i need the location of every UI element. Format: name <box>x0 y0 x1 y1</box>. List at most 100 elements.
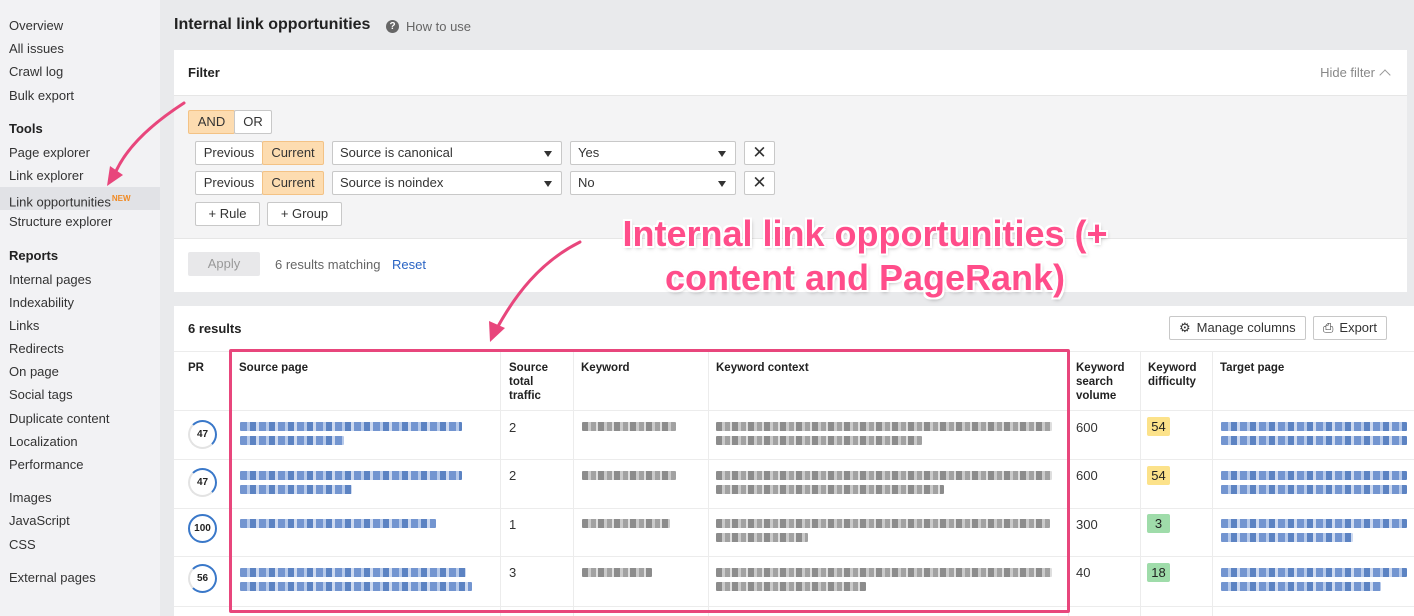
how-to-use-link[interactable]: ? How to use <box>386 19 471 34</box>
sidebar-item-indexability[interactable]: Indexability <box>0 291 160 314</box>
sidebar-item-on-page[interactable]: On page <box>0 360 160 383</box>
sidebar-item-social-tags[interactable]: Social tags <box>0 383 160 406</box>
difficulty-badge: 54 <box>1147 466 1170 485</box>
add-rule-button[interactable]: + Rule <box>195 202 260 226</box>
column-header-target-page[interactable]: Target page <box>1220 361 1284 375</box>
header-line: Keyword <box>1076 362 1125 374</box>
sidebar-item-links[interactable]: Links <box>0 314 160 337</box>
manage-columns-button[interactable]: ⚙ Manage columns <box>1169 316 1306 340</box>
plus-icon: + <box>280 206 289 221</box>
add-rule-label: Rule <box>219 206 247 221</box>
column-divider <box>1212 352 1213 616</box>
sidebar-item-performance[interactable]: Performance <box>0 453 160 476</box>
sidebar-item-images[interactable]: Images <box>0 486 160 509</box>
search-volume-value: 40 <box>1076 565 1091 580</box>
rule-1-current-toggle[interactable]: Current <box>262 141 324 165</box>
target-page-link-line[interactable] <box>1221 485 1407 494</box>
caret-down-icon <box>718 151 726 157</box>
filter-header: Filter Hide filter <box>174 50 1407 96</box>
sidebar-item-internal-pages[interactable]: Internal pages <box>0 268 160 291</box>
new-badge: NEW <box>111 194 131 204</box>
add-group-label: Group <box>292 206 329 221</box>
target-page-link-line[interactable] <box>1221 582 1381 591</box>
target-page-link[interactable] <box>1221 471 1407 480</box>
export-button[interactable]: ⎙ Export <box>1313 316 1387 340</box>
manage-columns-label: Manage columns <box>1196 320 1296 335</box>
column-header-search-volume[interactable]: Keyword search volume <box>1076 361 1125 403</box>
rule-1-field-select[interactable]: Source is canonical <box>332 141 562 165</box>
rule-1-value-select[interactable]: Yes <box>570 141 736 165</box>
annotation-line-1: Internal link opportunities (+ <box>622 213 1108 254</box>
pagerank-badge: 47 <box>188 468 217 497</box>
annotation-text: Internal link opportunities (+ content an… <box>585 212 1145 300</box>
close-icon: ✕ <box>752 173 767 192</box>
pagerank-badge: 56 <box>188 564 217 593</box>
caret-down-icon <box>544 181 552 187</box>
question-circle-icon: ? <box>386 20 399 33</box>
caret-down-icon <box>544 151 552 157</box>
filter-title: Filter <box>188 65 220 80</box>
apply-button[interactable]: Apply <box>188 252 260 276</box>
search-volume-value: 300 <box>1076 517 1098 532</box>
column-header-keyword-difficulty[interactable]: Keyword difficulty <box>1148 361 1197 389</box>
search-volume-value: 600 <box>1076 468 1098 483</box>
results-matching-count: 6 results matching <box>275 257 381 272</box>
reset-link[interactable]: Reset <box>392 257 426 272</box>
how-to-use-label: How to use <box>406 19 472 34</box>
page-title: Internal link opportunities <box>174 16 371 33</box>
column-divider <box>1140 352 1141 616</box>
caret-down-icon <box>718 181 726 187</box>
sidebar-item-css[interactable]: CSS <box>0 533 160 556</box>
sidebar-item-javascript[interactable]: JavaScript <box>0 509 160 532</box>
sidebar-heading-reports: Reports <box>9 247 59 263</box>
target-page-link[interactable] <box>1221 568 1407 577</box>
sidebar-heading-tools: Tools <box>9 120 43 136</box>
header-line: difficulty <box>1148 376 1196 388</box>
target-page-link-line[interactable] <box>1221 436 1407 445</box>
rule-2-previous-toggle[interactable]: Previous <box>195 171 263 195</box>
difficulty-badge: 18 <box>1147 563 1170 582</box>
target-page-link[interactable] <box>1221 519 1407 528</box>
sidebar-item-crawl-log[interactable]: Crawl log <box>0 60 160 83</box>
rule-2-field-select[interactable]: Source is noindex <box>332 171 562 195</box>
gear-icon: ⚙ <box>1179 320 1191 335</box>
sidebar-item-all-issues[interactable]: All issues <box>0 37 160 60</box>
rule-1-remove-button[interactable]: ✕ <box>744 141 775 165</box>
sidebar-item-structure-explorer[interactable]: Structure explorer <box>0 210 160 233</box>
sidebar-item-label: Link opportunities <box>9 194 111 210</box>
column-header-pr[interactable]: PR <box>188 361 204 375</box>
sidebar-item-page-explorer[interactable]: Page explorer <box>0 141 160 164</box>
target-page-link-line[interactable] <box>1221 533 1353 542</box>
sidebar-item-bulk-export[interactable]: Bulk export <box>0 84 160 107</box>
sidebar-item-overview[interactable]: Overview <box>0 14 160 37</box>
difficulty-badge: 54 <box>1147 417 1170 436</box>
rule-1-field-value: Source is canonical <box>340 145 453 160</box>
sidebar-item-link-opportunities[interactable]: Link opportunitiesNEW <box>0 187 160 211</box>
and-toggle[interactable]: AND <box>188 110 235 134</box>
close-icon: ✕ <box>752 143 767 162</box>
or-toggle[interactable]: OR <box>234 110 272 134</box>
hide-filter-button[interactable]: Hide filter <box>1320 65 1391 81</box>
sidebar-item-localization[interactable]: Localization <box>0 430 160 453</box>
sidebar-item-link-explorer[interactable]: Link explorer <box>0 164 160 187</box>
rule-2-field-value: Source is noindex <box>340 175 444 190</box>
pagerank-badge: 100 <box>188 514 217 543</box>
pagerank-badge: 47 <box>188 420 217 449</box>
highlight-box <box>229 349 1070 613</box>
sidebar: Overview All issues Crawl log Bulk expor… <box>0 0 160 616</box>
difficulty-badge: 3 <box>1147 514 1170 533</box>
rule-1-previous-toggle[interactable]: Previous <box>195 141 263 165</box>
sidebar-item-external-pages[interactable]: External pages <box>0 566 160 589</box>
rule-2-remove-button[interactable]: ✕ <box>744 171 775 195</box>
sidebar-item-redirects[interactable]: Redirects <box>0 337 160 360</box>
target-page-link[interactable] <box>1221 422 1407 431</box>
add-group-button[interactable]: + Group <box>267 202 342 226</box>
header-line: Keyword <box>1148 362 1197 374</box>
rule-2-value-select[interactable]: No <box>570 171 736 195</box>
rule-2-current-toggle[interactable]: Current <box>262 171 324 195</box>
sidebar-item-duplicate-content[interactable]: Duplicate content <box>0 407 160 430</box>
